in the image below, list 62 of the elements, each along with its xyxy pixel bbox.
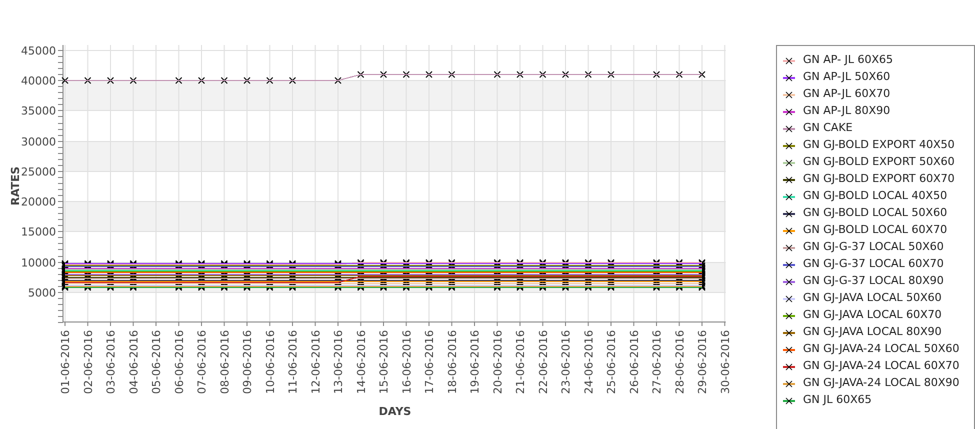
legend-label: GN GJ-BOLD LOCAL 60X70	[803, 222, 948, 238]
legend-label: GN GJ-JAVA-24 LOCAL 50X60	[803, 341, 960, 358]
legend-label: GN GJ-G-37 LOCAL 60X70	[803, 256, 944, 272]
axis-tick-label: 29-06-2016	[696, 330, 709, 394]
axis-tick-label: 15-06-2016	[378, 330, 390, 394]
axis-tick-label: 11-06-2016	[286, 330, 300, 394]
axis-tick-label: 20-06-2016	[491, 330, 504, 394]
axis-tick-label: 30000	[21, 136, 56, 148]
axis-tick-label: 45000	[21, 44, 56, 58]
legend-label: GN GJ-JAVA-24 LOCAL 80X90	[803, 375, 960, 392]
legend-label: GN AP-JL 50X60	[803, 69, 890, 86]
axis-tick-label: 18-06-2016	[446, 330, 459, 394]
axis-tick-label: 04-06-2016	[127, 330, 140, 394]
axis-tick-label: 15000	[21, 226, 56, 238]
axis-tick-label: 14-06-2016	[354, 330, 368, 394]
legend-label: GN GJ-BOLD EXPORT 60X70	[803, 171, 955, 188]
axis-tick-label: 30-06-2016	[718, 330, 732, 394]
axis-tick-label: 19-06-2016	[468, 330, 482, 394]
axis-tick-label: 21-06-2016	[514, 330, 527, 394]
axis-tick-label: 07-06-2016	[196, 330, 208, 394]
axis-title: DAYS	[378, 405, 412, 418]
legend-label: GN AP-JL 80X90	[803, 103, 890, 120]
legend-label: GN AP- JL 60X65	[803, 52, 894, 68]
axis-tick-label: 20000	[21, 196, 56, 208]
legend-label: GN GJ-G-37 LOCAL 50X60	[803, 239, 944, 256]
axis-tick-label: 25-06-2016	[605, 330, 618, 394]
axis-tick-label: 03-06-2016	[104, 330, 118, 394]
legend-label: GN GJ-JAVA LOCAL 80X90	[803, 324, 942, 340]
legend-label: GN GJ-G-37 LOCAL 80X90	[803, 273, 944, 290]
axis-tick-label: 26-06-2016	[628, 330, 641, 394]
axis-title: RATES	[9, 166, 22, 206]
axis-tick-label: 13-06-2016	[332, 330, 345, 394]
legend-label: GN GJ-JAVA LOCAL 50X60	[803, 290, 942, 306]
legend-label: GN GJ-JAVA LOCAL 60X70	[803, 307, 942, 324]
axis-tick-label: 24-06-2016	[582, 330, 596, 394]
legend-label: GN CAKE	[803, 120, 853, 136]
axis-tick-label: 12-06-2016	[309, 330, 322, 394]
axis-tick-label: 35000	[21, 104, 56, 118]
axis-tick-label: 02-06-2016	[82, 330, 95, 394]
axis-tick-label: 23-06-2016	[560, 330, 572, 394]
legend-label: GN GJ-BOLD EXPORT 40X50	[803, 137, 955, 154]
axis-tick-label: 25000	[21, 166, 56, 178]
axis-tick-label: 01-06-2016	[59, 330, 72, 394]
axis-tick-label: 08-06-2016	[218, 330, 232, 394]
axis-tick-label: 09-06-2016	[241, 330, 254, 394]
legend-label: GN GJ-JAVA-24 LOCAL 60X70	[803, 358, 960, 374]
axis-tick-label: 40000	[21, 74, 56, 88]
axis-tick-label: 27-06-2016	[650, 330, 664, 394]
legend-label: GN GJ-BOLD LOCAL 40X50	[803, 188, 948, 204]
legend-label: GN GJ-BOLD LOCAL 50X60	[803, 205, 948, 222]
axis-tick-label: 22-06-2016	[536, 330, 550, 394]
axis-tick-label: 5000	[28, 286, 56, 300]
axis-tick-label: 10-06-2016	[264, 330, 277, 394]
axis-tick-label: 28-06-2016	[673, 330, 686, 394]
axis-tick-label: 17-06-2016	[423, 330, 436, 394]
legend-label: GN JL 60X65	[803, 392, 872, 408]
legend-label: GN GJ-BOLD EXPORT 50X60	[803, 154, 955, 170]
axis-tick-label: 10000	[21, 256, 56, 270]
legend-label: GN AP-JL 60X70	[803, 86, 890, 102]
axis-tick-label: 06-06-2016	[172, 330, 186, 394]
axis-tick-label: 05-06-2016	[150, 330, 163, 394]
axis-tick-label: 16-06-2016	[400, 330, 414, 394]
